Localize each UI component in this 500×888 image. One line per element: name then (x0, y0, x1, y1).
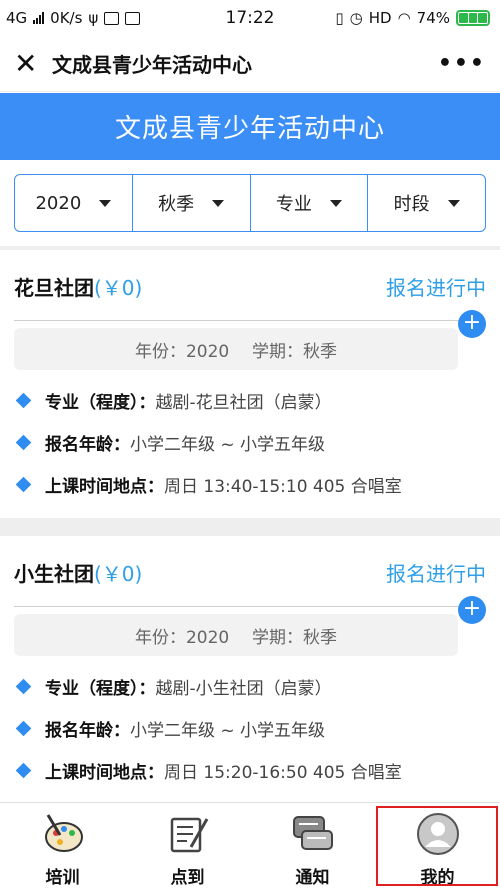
term-label: 学期：秋季 (252, 341, 338, 362)
info-row-age: 报名年龄： 小学二年级 ~ 小学五年级 (15, 716, 326, 741)
card-header: 花旦社团(￥0) 报名进行中 (14, 272, 486, 301)
year-label: 年份：2020 (134, 341, 230, 362)
filter-term-label: 秋季 (158, 194, 195, 215)
diamond-icon (15, 434, 32, 451)
more-icon[interactable]: ••• (438, 51, 486, 76)
diamond-icon (15, 678, 32, 695)
filter-year[interactable]: 2020 (15, 175, 133, 231)
year-label: 年份：2020 (134, 627, 230, 648)
course-title: 花旦社团(￥0) (14, 272, 142, 301)
caret-down-icon (447, 199, 460, 207)
age-value: 小学二年级 ~ 小学五年级 (130, 721, 326, 741)
filter-major-label: 专业 (275, 194, 312, 215)
wifi-icon: ◠ (397, 9, 411, 27)
course-card[interactable]: 花旦社团(￥0) 报名进行中 + 年份：2020 学期：秋季 专业（程度）： 越… (0, 250, 500, 518)
time-label: 上课时间地点： (45, 477, 164, 497)
app-icon (125, 11, 141, 25)
tab-mine[interactable]: 我的 (375, 803, 500, 888)
network-label: 4G (6, 9, 28, 27)
major-value: 越剧-花旦社团（启蒙） (155, 393, 332, 413)
battery-icon (456, 10, 490, 26)
nav-title: 文成县青少年活动中心 (52, 53, 252, 77)
info-row-time: 上课时间地点： 周日 13:40-15:10 405 合唱室 (15, 472, 402, 497)
tab-mine-label: 我的 (420, 868, 455, 888)
time-label: 上课时间地点： (45, 763, 164, 783)
user-icon (415, 811, 461, 857)
info-row-major: 专业（程度）： 越剧-花旦社团（启蒙） (15, 388, 332, 413)
close-icon[interactable]: ✕ (14, 49, 48, 78)
info-row-age: 报名年龄： 小学二年级 ~ 小学五年级 (15, 430, 326, 455)
caret-down-icon (329, 199, 342, 207)
course-price: (￥0) (94, 562, 143, 586)
divider (0, 518, 500, 536)
age-label: 报名年龄： (45, 435, 130, 455)
usb-icon: ψ (88, 9, 99, 27)
tab-notice-label: 通知 (295, 868, 330, 888)
status-left: 4G 0K/s ψ (6, 9, 141, 27)
filter-major[interactable]: 专业 (251, 175, 369, 231)
course-card[interactable]: 小生社团(￥0) 报名进行中 + 年份：2020 学期：秋季 专业（程度）： 越… (0, 536, 500, 802)
alarm-icon: ◷ (349, 9, 363, 27)
diamond-icon (15, 762, 32, 779)
signal-icon (33, 12, 45, 24)
speed-label: 0K/s (50, 9, 83, 27)
major-label: 专业（程度）： (45, 393, 156, 413)
card-divider (14, 606, 474, 607)
time-value: 周日 15:20-16:50 405 合唱室 (164, 763, 402, 783)
term-label: 学期：秋季 (252, 627, 338, 648)
diamond-icon (15, 392, 32, 409)
battery-label: 74% (416, 9, 450, 27)
filter-section: 2020 秋季 专业 时段 (0, 160, 500, 246)
palette-icon (40, 811, 86, 857)
page-banner: 文成县青少年活动中心 (0, 93, 500, 160)
diamond-icon (15, 720, 32, 737)
bottom-tab-bar: 培训 点到 通知 我的 (0, 802, 500, 888)
tab-training-label: 培训 (45, 868, 80, 888)
nav-bar: ✕ 文成县青少年活动中心 ••• (0, 36, 500, 92)
age-value: 小学二年级 ~ 小学五年级 (130, 435, 326, 455)
vibrate-icon: ▯ (335, 9, 344, 27)
info-row-time: 上课时间地点： 周日 15:20-16:50 405 合唱室 (15, 758, 402, 783)
info-row-major: 专业（程度）： 越剧-小生社团（启蒙） (15, 674, 332, 699)
age-label: 报名年龄： (45, 721, 130, 741)
course-name: 小生社团 (14, 562, 94, 586)
major-value: 越剧-小生社团（启蒙） (155, 679, 332, 699)
tab-notice[interactable]: 通知 (250, 803, 375, 888)
add-icon[interactable]: + (458, 596, 486, 624)
filter-row: 2020 秋季 专业 时段 (14, 174, 486, 232)
add-icon[interactable]: + (458, 310, 486, 338)
caret-down-icon (99, 199, 112, 207)
diamond-icon (15, 476, 32, 493)
card-divider (14, 320, 474, 321)
year-term-box: 年份：2020 学期：秋季 (14, 328, 458, 370)
major-label: 专业（程度）： (45, 679, 156, 699)
storage-icon (104, 11, 120, 25)
chat-icon (290, 811, 336, 857)
enroll-status-link[interactable]: 报名进行中 (386, 558, 486, 587)
caret-down-icon (212, 199, 225, 207)
course-title: 小生社团(￥0) (14, 558, 142, 587)
status-bar: 4G 0K/s ψ 17:22 ▯ ◷ HD ◠ 74% (0, 0, 500, 36)
year-term-box: 年份：2020 学期：秋季 (14, 614, 458, 656)
filter-time[interactable]: 时段 (368, 175, 485, 231)
card-header: 小生社团(￥0) 报名进行中 (14, 558, 486, 587)
status-right: ▯ ◷ HD ◠ 74% (335, 9, 490, 27)
time-value: 周日 13:40-15:10 405 合唱室 (164, 477, 402, 497)
tab-training[interactable]: 培训 (0, 803, 125, 888)
enroll-status-link[interactable]: 报名进行中 (386, 272, 486, 301)
tab-checkin[interactable]: 点到 (125, 803, 250, 888)
filter-term[interactable]: 秋季 (133, 175, 251, 231)
filter-year-label: 2020 (35, 192, 82, 214)
filter-time-label: 时段 (393, 194, 430, 215)
course-name: 花旦社团 (14, 276, 94, 300)
course-price: (￥0) (94, 276, 143, 300)
hd-label: HD (368, 9, 392, 27)
tab-checkin-label: 点到 (170, 868, 205, 888)
checkin-icon (165, 811, 211, 857)
